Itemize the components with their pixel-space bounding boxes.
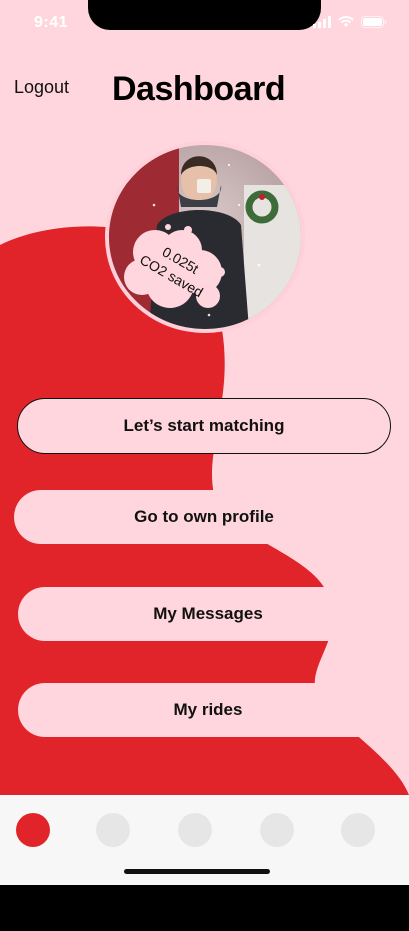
wifi-icon: [338, 16, 354, 27]
page-title: Dashboard: [112, 70, 286, 108]
bottom-navigation: [0, 795, 409, 885]
my-messages-button[interactable]: My Messages: [18, 587, 398, 641]
my-rides-button[interactable]: My rides: [18, 683, 398, 737]
nav-tab-2[interactable]: [96, 813, 130, 847]
own-profile-button[interactable]: Go to own profile: [14, 490, 394, 544]
battery-icon: [361, 16, 387, 28]
logout-link[interactable]: Logout: [14, 77, 69, 98]
status-time: 9:41: [34, 14, 69, 31]
nav-tab-3[interactable]: [178, 813, 212, 847]
home-indicator: [124, 869, 270, 874]
nav-tab-4[interactable]: [260, 813, 294, 847]
red-background-shape: [0, 226, 409, 795]
status-bar: 9:41: [0, 0, 409, 48]
bottom-bezel: [0, 885, 409, 931]
signal-icon: [313, 16, 331, 28]
status-icons: [313, 16, 387, 28]
nav-tab-1[interactable]: [16, 813, 50, 847]
nav-tab-5[interactable]: [341, 813, 375, 847]
device-notch: [88, 0, 321, 30]
start-matching-button[interactable]: Let’s start matching: [17, 398, 391, 454]
